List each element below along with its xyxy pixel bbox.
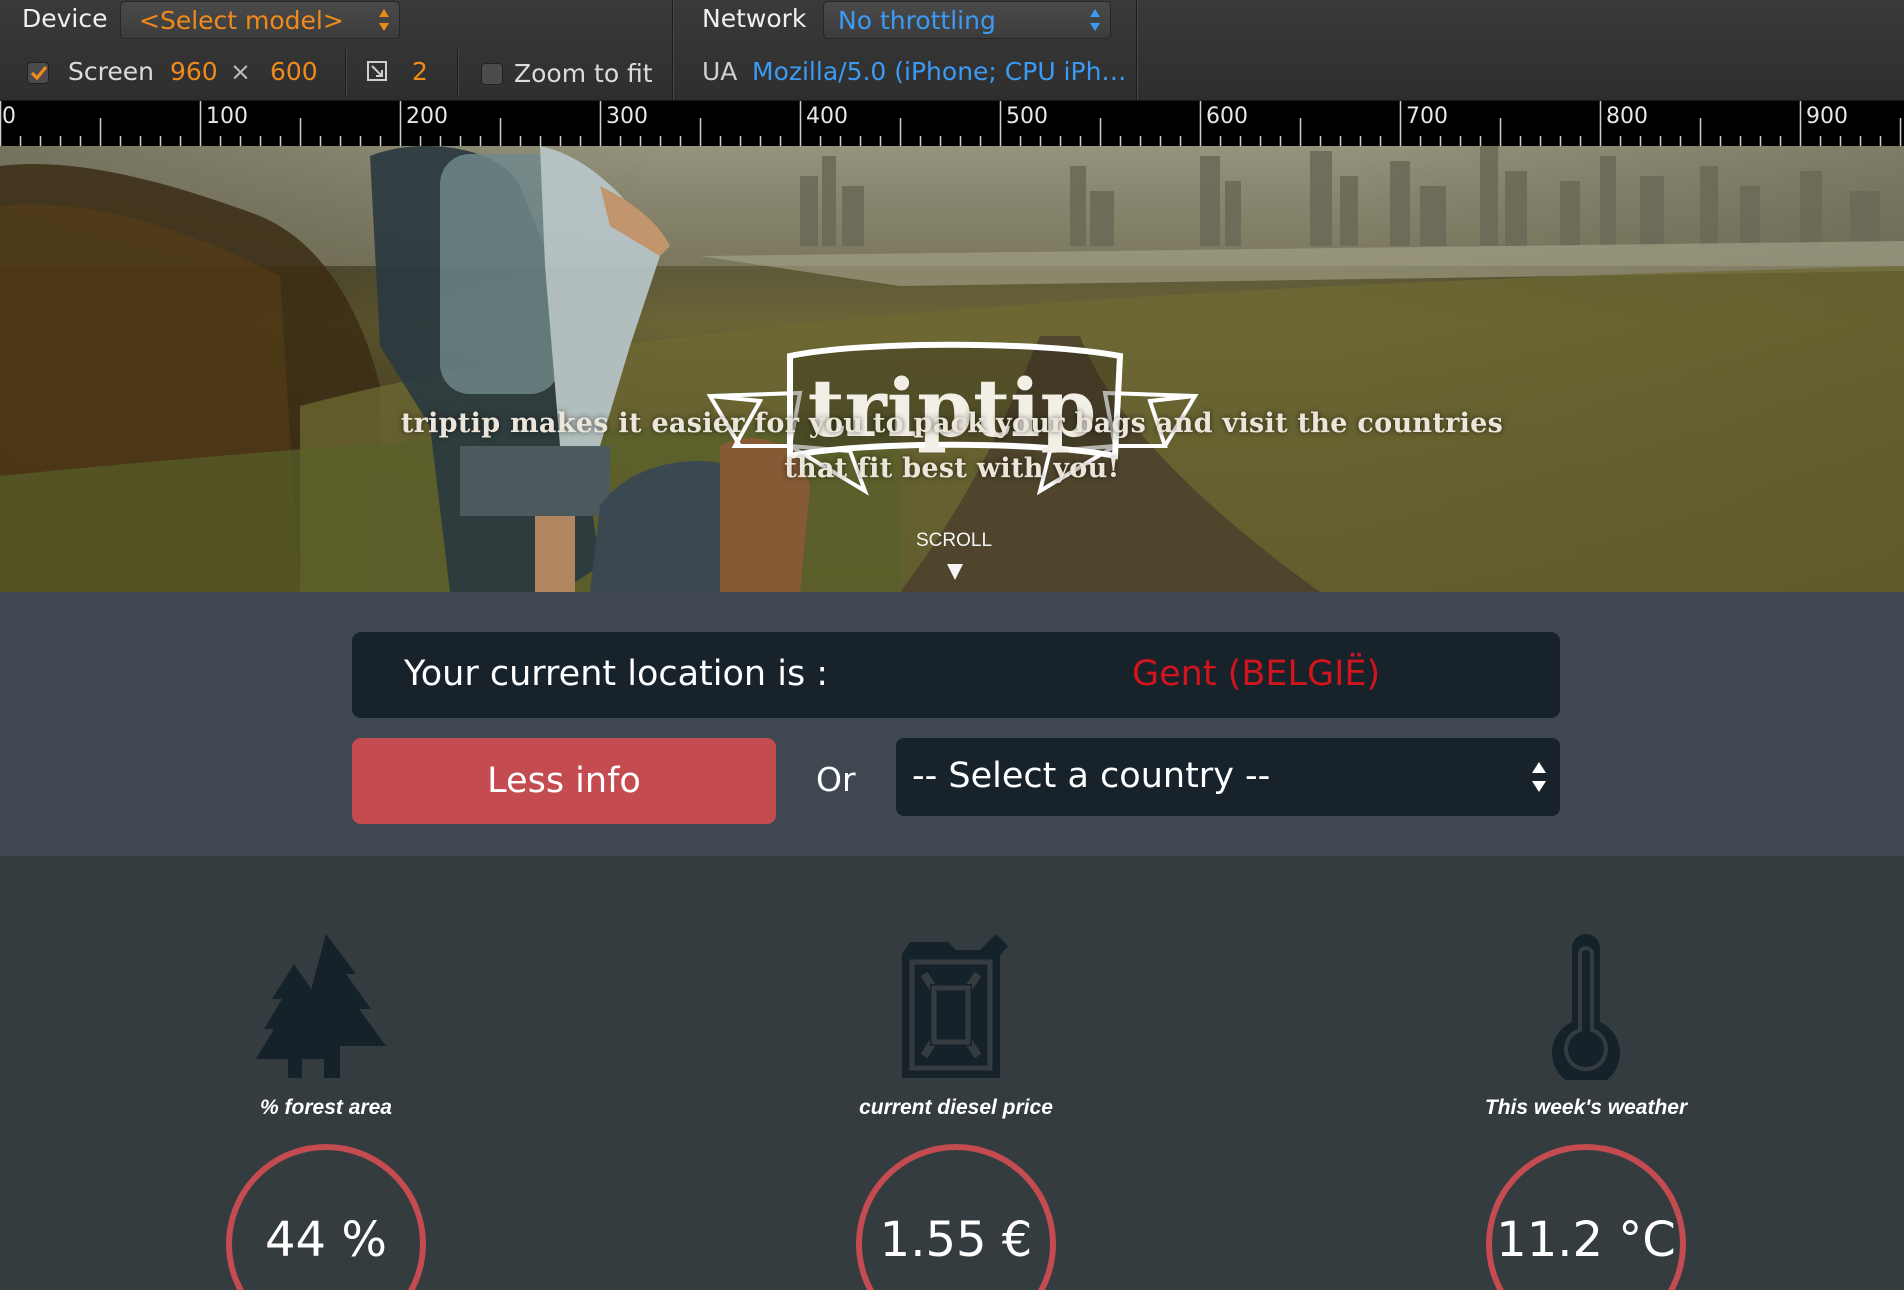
ruler-label: 500 [1006,104,1048,129]
hero-banner: triptip triptip makes it easier for you … [0,146,1904,592]
zoom-to-fit-label: Zoom to fit [514,59,653,88]
device-model-value: <Select model> [139,6,344,35]
toolbar-divider [345,50,347,96]
device-model-select[interactable]: <Select model> [120,1,400,39]
stat-caption: % forest area [260,1096,392,1119]
toolbar-section-divider [672,0,674,100]
stat-value: 44 % [265,1212,387,1268]
toolbar-section-divider [1136,0,1138,100]
ruler-label: 900 [1806,104,1848,129]
ruler-label: 700 [1406,104,1448,129]
network-label: Network [702,4,807,33]
select-updown-icon [1090,9,1100,31]
hero-tagline-line2: that fit best with you! [784,453,1120,484]
hero-landscape-image: triptip [0,146,1904,592]
scroll-hint-label[interactable]: SCROLL [0,530,1904,552]
select-updown-icon [379,9,389,31]
device-label: Device [22,4,108,33]
screen-width-input[interactable]: 960 [170,57,218,86]
thermometer-icon [1552,934,1620,1080]
ruler-label: 100 [206,104,248,129]
checkmark-icon [30,65,48,81]
zoom-to-fit-checkbox[interactable] [481,63,503,85]
country-select[interactable]: -- Select a country -- [896,738,1560,816]
ruler-label: 0 [2,104,16,129]
stat-value: 1.55 € [879,1212,1033,1268]
scroll-down-arrow-icon[interactable] [947,564,963,580]
trees-icon [256,934,386,1078]
pixel-ratio-input[interactable]: 2 [412,57,428,86]
select-updown-icon [1532,762,1546,792]
stat-caption: current diesel price [859,1096,1053,1119]
jerrycan-icon [902,934,1008,1078]
screen-height-input[interactable]: 600 [270,57,318,86]
user-agent-input[interactable]: Mozilla/5.0 (iPhone; CPU iPh… [752,57,1126,86]
country-select-placeholder: -- Select a country -- [912,756,1271,796]
or-label: Or [816,760,856,799]
location-section: Your current location is : Gent (BELGIË)… [0,592,1904,856]
device-emulation-toolbar: Device <Select model> Screen 960 × 600 2… [0,0,1904,101]
screen-label: Screen [68,57,154,86]
current-location-bar: Your current location is : Gent (BELGIË) [352,632,1560,718]
less-info-button[interactable]: Less info [352,738,776,824]
stat-value: 11.2 °C [1496,1212,1676,1268]
toolbar-divider [457,50,459,96]
network-throttling-value: No throttling [838,6,996,35]
current-location-label: Your current location is : [404,654,829,694]
ruler-label: 800 [1606,104,1648,129]
ruler-label: 300 [606,104,648,129]
ruler-label: 600 [1206,104,1248,129]
stat-caption: This week's weather [1484,1096,1688,1119]
horizontal-ruler: 0 100 200 300 400 500 600 700 800 900 [0,101,1904,146]
device-pixel-ratio-icon [366,60,388,86]
network-throttling-select[interactable]: No throttling [823,1,1111,39]
current-location-value: Gent (BELGIË) [1132,654,1381,694]
hero-tagline-line1: triptip makes it easier for you to pack … [400,408,1504,439]
ruler-label: 400 [806,104,848,129]
country-stats-section: % forest area 44 % current diesel price … [0,856,1904,1290]
ruler-ticks: 0 100 200 300 400 500 600 700 800 900 [0,101,1902,146]
screen-checkbox[interactable] [27,62,49,84]
ua-label: UA [702,57,738,86]
ruler-label: 200 [406,104,448,129]
screen-times-sign: × [230,57,251,86]
